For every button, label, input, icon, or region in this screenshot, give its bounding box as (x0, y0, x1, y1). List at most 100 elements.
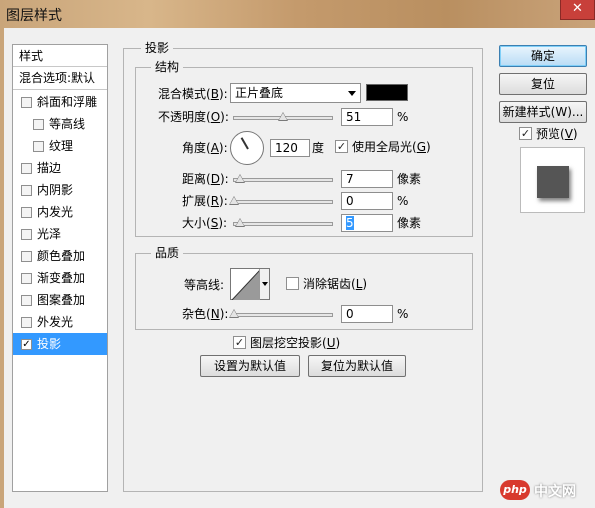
sidebar-item-label: 样式 (19, 49, 44, 63)
checkbox[interactable] (21, 251, 32, 262)
blend-mode-value: 正片叠底 (235, 86, 284, 100)
global-light-label: 使用全局光(G) (352, 140, 431, 154)
distance-unit: 像素 (397, 172, 422, 186)
checkbox[interactable] (33, 141, 44, 152)
chevron-down-icon (348, 91, 356, 96)
distance-input[interactable]: 7 (341, 170, 393, 188)
knockout-text: 图层挖空投影 (250, 336, 323, 350)
spread-slider-thumb[interactable] (229, 196, 239, 205)
size-slider[interactable] (233, 222, 333, 226)
shadow-color-swatch[interactable] (366, 84, 408, 101)
noise-text: 杂色 (182, 307, 207, 321)
noise-slider[interactable] (233, 313, 333, 317)
drop-shadow-title: 投影 (141, 41, 174, 55)
opacity-slider-thumb[interactable] (278, 112, 288, 121)
structure-title: 结构 (151, 60, 184, 74)
checkbox[interactable]: ✓ (21, 339, 32, 350)
window-title: 图层样式 (6, 8, 62, 24)
checkbox[interactable] (21, 207, 32, 218)
opacity-input[interactable]: 51 (341, 108, 393, 126)
knockout-checkbox[interactable]: ✓ (233, 336, 246, 349)
size-label: 大小(S): (182, 216, 228, 230)
reset-default-button[interactable]: 复位为默认值 (308, 355, 406, 377)
noise-slider-thumb[interactable] (229, 309, 239, 318)
distance-slider-thumb[interactable] (235, 174, 245, 183)
sidebar-item-drop-shadow[interactable]: ✓ 投影 (13, 333, 107, 355)
close-icon: ✕ (572, 1, 583, 16)
sidebar-item-texture[interactable]: 纹理 (13, 135, 107, 157)
ok-button[interactable]: 确定 (499, 45, 587, 67)
sidebar-item-bevel-emboss[interactable]: 斜面和浮雕 (13, 91, 107, 113)
reset-button[interactable]: 复位 (499, 73, 587, 95)
set-default-button[interactable]: 设置为默认值 (200, 355, 300, 377)
preview-key: V (564, 127, 573, 141)
noise-unit: % (397, 307, 409, 321)
spread-slider[interactable] (233, 200, 333, 204)
sidebar-item-label: 内发光 (37, 205, 74, 219)
sidebar-item-inner-shadow[interactable]: 内阴影 (13, 179, 107, 201)
spread-key: R (210, 194, 220, 208)
angle-dial[interactable] (230, 131, 264, 165)
sidebar-item-label: 内阴影 (37, 183, 74, 197)
sidebar-item-label: 混合选项:默认 (19, 71, 96, 85)
size-slider-thumb[interactable] (235, 218, 245, 227)
global-light-checkbox[interactable]: ✓ (335, 140, 348, 153)
knockout-key: U (326, 336, 336, 350)
chevron-down-icon (259, 269, 269, 299)
sidebar-item-contour[interactable]: 等高线 (13, 113, 107, 135)
sidebar-item-stroke[interactable]: 描边 (13, 157, 107, 179)
sidebar-item-satin[interactable]: 光泽 (13, 223, 107, 245)
checkbox[interactable] (33, 119, 44, 130)
size-text: 大小 (182, 216, 207, 230)
sidebar-item-label: 投影 (37, 337, 62, 351)
global-light-key: G (416, 140, 427, 154)
sidebar-item-outer-glow[interactable]: 外发光 (13, 311, 107, 333)
php-logo: php (500, 480, 530, 500)
distance-label: 距离(D): (182, 172, 229, 186)
sidebar-item-label: 渐变叠加 (37, 271, 86, 285)
size-unit: 像素 (397, 216, 422, 230)
angle-input[interactable]: 120 (270, 139, 310, 157)
spread-input[interactable]: 0 (341, 192, 393, 210)
title-bar: 图层样式 ✕ (0, 0, 595, 28)
sidebar-item-styles[interactable]: 样式 (13, 45, 107, 67)
angle-text: 角度 (182, 141, 207, 155)
size-input-value: 5 (346, 216, 354, 230)
noise-label: 杂色(N): (182, 307, 229, 321)
distance-key: D (210, 172, 220, 186)
anti-alias-checkbox[interactable] (286, 277, 299, 290)
checkbox[interactable] (21, 273, 32, 284)
checkbox[interactable] (21, 97, 32, 108)
noise-key: N (210, 307, 220, 321)
distance-slider[interactable] (233, 178, 333, 182)
sidebar-item-gradient-overlay[interactable]: 渐变叠加 (13, 267, 107, 289)
sidebar-item-color-overlay[interactable]: 颜色叠加 (13, 245, 107, 267)
preview-checkbox[interactable]: ✓ (519, 127, 532, 140)
size-input[interactable]: 5 (341, 214, 393, 232)
close-button[interactable]: ✕ (560, 0, 595, 20)
sidebar-item-blending-options[interactable]: 混合选项:默认 (13, 67, 107, 89)
blend-mode-text: 混合模式 (158, 87, 207, 101)
spread-label: 扩展(R): (182, 194, 228, 208)
size-key: S (210, 216, 219, 230)
checkbox[interactable] (21, 317, 32, 328)
sidebar-item-pattern-overlay[interactable]: 图案叠加 (13, 289, 107, 311)
checkbox[interactable] (21, 229, 32, 240)
sidebar-item-label: 描边 (37, 161, 62, 175)
noise-input[interactable]: 0 (341, 305, 393, 323)
blend-mode-select[interactable]: 正片叠底 (230, 83, 361, 103)
anti-alias-text: 消除锯齿 (303, 277, 352, 291)
new-style-button[interactable]: 新建样式(W)... (499, 101, 587, 123)
contour-picker[interactable] (230, 268, 270, 300)
checkbox[interactable] (21, 295, 32, 306)
angle-unit: 度 (312, 141, 325, 155)
anti-alias-label: 消除锯齿(L) (303, 277, 368, 291)
anti-alias-key: L (355, 277, 363, 291)
checkbox[interactable] (21, 185, 32, 196)
sidebar-item-inner-glow[interactable]: 内发光 (13, 201, 107, 223)
divider (13, 89, 107, 90)
checkbox[interactable] (21, 163, 32, 174)
style-preview (520, 147, 585, 213)
knockout-label: 图层挖空投影(U) (250, 336, 341, 350)
blend-mode-key: B (210, 87, 219, 101)
